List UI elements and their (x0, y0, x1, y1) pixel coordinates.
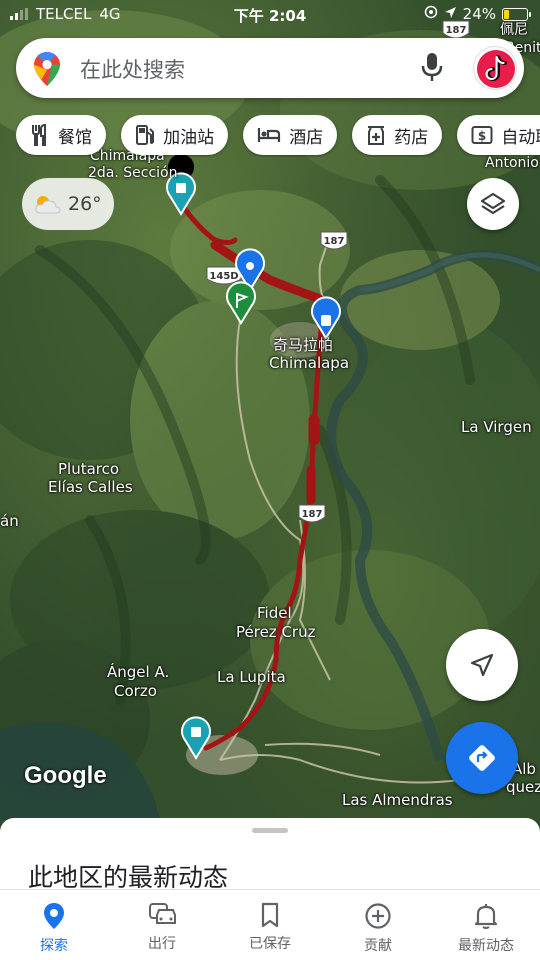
map-label-left-edge: án (0, 512, 19, 530)
hotel-icon (258, 128, 281, 142)
weather-badge[interactable]: 26° (22, 178, 114, 230)
map-label-las-almendras: Las Almendras (342, 791, 453, 809)
nav-label: 已保存 (249, 936, 291, 952)
add-circle-icon (365, 903, 391, 929)
layers-button[interactable] (467, 178, 519, 230)
map-label-seccion: 2da. Sección (88, 165, 178, 181)
map-label-plutarco: Plutarco (58, 460, 120, 478)
directions-button[interactable] (446, 722, 518, 794)
search-input[interactable]: 在此处搜索 (80, 54, 185, 84)
map-label-elias-calles: Elías Calles (48, 478, 133, 496)
map-label-la-lupita: La Lupita (217, 668, 286, 686)
status-bar: TELCEL 4G 下午 2:04 24% (0, 0, 540, 30)
commute-car-icon (149, 903, 176, 924)
location-arrow-icon (444, 5, 457, 23)
atm-icon: $ (471, 126, 493, 144)
chip-label: 药店 (394, 127, 429, 148)
road-shield: 187 (298, 504, 326, 523)
nav-label: 贡献 (364, 938, 392, 954)
nav-contribute[interactable]: 贡献 (324, 890, 432, 960)
explore-pin-icon (44, 903, 64, 929)
microphone-icon[interactable] (420, 52, 444, 86)
road-shield: 145D (206, 266, 242, 285)
map-label-fidel: Fidel (257, 604, 292, 622)
bookmark-icon (261, 902, 279, 928)
nav-label: 最新动态 (458, 938, 514, 954)
svg-text:145D: 145D (209, 271, 238, 282)
account-avatar[interactable] (473, 46, 517, 90)
road-shield: 187 (320, 231, 348, 250)
chip-atms[interactable]: $ 自动取 (457, 115, 540, 155)
nav-commute[interactable]: 出行 (108, 890, 216, 960)
google-maps-pin-icon (34, 52, 60, 90)
map-label-corzo: Corzo (114, 682, 157, 700)
svg-text:$: $ (478, 129, 486, 143)
map-label-la-virgen: La Virgen (461, 418, 532, 436)
restaurant-icon (32, 124, 46, 146)
battery-percent: 24% (462, 5, 496, 23)
temperature: 26° (68, 193, 102, 215)
chip-pharmacies[interactable]: 药店 (352, 115, 443, 155)
map-label-right-quez: quez (506, 778, 540, 796)
directions-icon (469, 745, 495, 771)
bell-icon (474, 904, 498, 930)
layers-icon (480, 192, 506, 215)
chip-label: 酒店 (289, 127, 324, 148)
gas-station-icon (136, 125, 155, 145)
nav-saved[interactable]: 已保存 (216, 890, 324, 960)
svg-text:187: 187 (324, 236, 345, 247)
chip-label: 餐馆 (58, 127, 92, 148)
nav-explore[interactable]: 探索 (0, 890, 108, 960)
category-chips: 餐馆 加油站 酒店 药店 $ 自动取 (16, 115, 540, 157)
map-label-chimalapa: Chimalapa (269, 354, 350, 372)
screen-lock-icon (424, 5, 438, 23)
partly-cloudy-icon (35, 196, 61, 214)
pharmacy-icon (368, 126, 385, 145)
search-bar[interactable]: 在此处搜索 (16, 38, 524, 98)
nav-label: 出行 (148, 936, 176, 952)
map-label-perez-cruz: Pérez Cruz (236, 623, 316, 641)
navigation-arrow-icon (470, 653, 494, 677)
nav-label: 探索 (40, 938, 68, 954)
latest-updates-sheet[interactable]: 此地区的最新动态 (0, 818, 540, 892)
map-label-angel: Ángel A. (107, 663, 170, 681)
chip-gas-stations[interactable]: 加油站 (121, 115, 229, 155)
google-logo: Google (24, 762, 107, 789)
nav-updates[interactable]: 最新动态 (432, 890, 540, 960)
battery-icon (502, 7, 531, 21)
chip-label: 自动取 (501, 127, 540, 148)
my-location-button[interactable] (446, 629, 518, 701)
bottom-navigation: 探索 出行 已保存 贡献 最新动态 (0, 889, 540, 960)
map-label-chimalapa-cn: 奇马拉帕 (273, 336, 334, 354)
svg-text:187: 187 (302, 509, 323, 520)
chip-label: 加油站 (163, 127, 215, 148)
map-label-antonio: Antonio (485, 155, 539, 171)
chip-hotels[interactable]: 酒店 (243, 115, 338, 155)
sheet-handle[interactable] (252, 828, 288, 833)
chip-restaurants[interactable]: 餐馆 (16, 115, 106, 155)
